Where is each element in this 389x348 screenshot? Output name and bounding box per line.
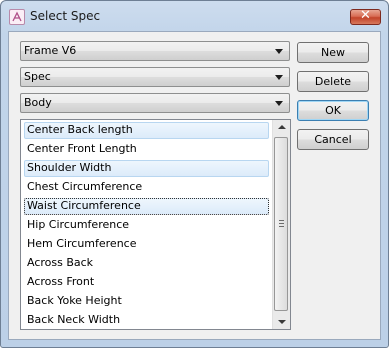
scroll-thumb[interactable] bbox=[274, 137, 288, 311]
chevron-down-icon bbox=[275, 75, 283, 80]
cancel-button[interactable]: Cancel bbox=[297, 129, 369, 150]
dialog-body: Frame V6 Spec Body New Delete OK Cancel … bbox=[8, 31, 381, 340]
category-dropdown[interactable]: Body bbox=[20, 93, 290, 113]
list-item[interactable]: Shoulder Width bbox=[24, 160, 269, 177]
list-item[interactable]: Chest Circumference bbox=[24, 179, 269, 196]
spec-list[interactable]: Center Back length Center Front Length Sho… bbox=[20, 119, 291, 330]
new-button[interactable]: New bbox=[297, 42, 369, 63]
ok-button[interactable]: OK bbox=[297, 100, 369, 121]
list-item[interactable]: Across Front bbox=[24, 274, 269, 291]
spec-type-dropdown[interactable]: Spec bbox=[20, 67, 290, 87]
list-item[interactable]: Across Back bbox=[24, 255, 269, 272]
list-item[interactable]: Center Back length bbox=[24, 122, 269, 139]
frame-dropdown-value: Frame V6 bbox=[24, 44, 77, 57]
chevron-down-icon bbox=[275, 101, 283, 106]
select-spec-dialog: Select Spec ✕ Frame V6 Spec Body New Del… bbox=[0, 0, 389, 348]
list-scrollbar[interactable] bbox=[272, 120, 290, 329]
list-item[interactable]: Hem Circumference bbox=[24, 236, 269, 253]
list-item[interactable]: Center Front Length bbox=[24, 141, 269, 158]
list-item[interactable]: Back Neck Width bbox=[24, 312, 269, 329]
scroll-up-icon[interactable] bbox=[278, 125, 286, 129]
list-item[interactable]: Back Yoke Height bbox=[24, 293, 269, 310]
scroll-down-icon[interactable] bbox=[278, 320, 286, 324]
list-item[interactable]: Hip Circumference bbox=[24, 217, 269, 234]
grip-line bbox=[279, 223, 284, 224]
category-dropdown-value: Body bbox=[24, 96, 52, 109]
frame-dropdown[interactable]: Frame V6 bbox=[20, 41, 290, 61]
spec-type-dropdown-value: Spec bbox=[24, 70, 51, 83]
chevron-down-icon bbox=[275, 49, 283, 54]
delete-button[interactable]: Delete bbox=[297, 71, 369, 92]
window-title: Select Spec bbox=[30, 9, 101, 23]
grip-line bbox=[279, 226, 284, 227]
close-icon: ✕ bbox=[360, 8, 371, 23]
close-button[interactable]: ✕ bbox=[350, 8, 381, 25]
list-item[interactable]: Waist Circumference bbox=[24, 198, 269, 215]
grip-line bbox=[279, 220, 284, 221]
title-bar[interactable]: Select Spec ✕ bbox=[1, 1, 388, 31]
app-icon bbox=[9, 9, 25, 25]
